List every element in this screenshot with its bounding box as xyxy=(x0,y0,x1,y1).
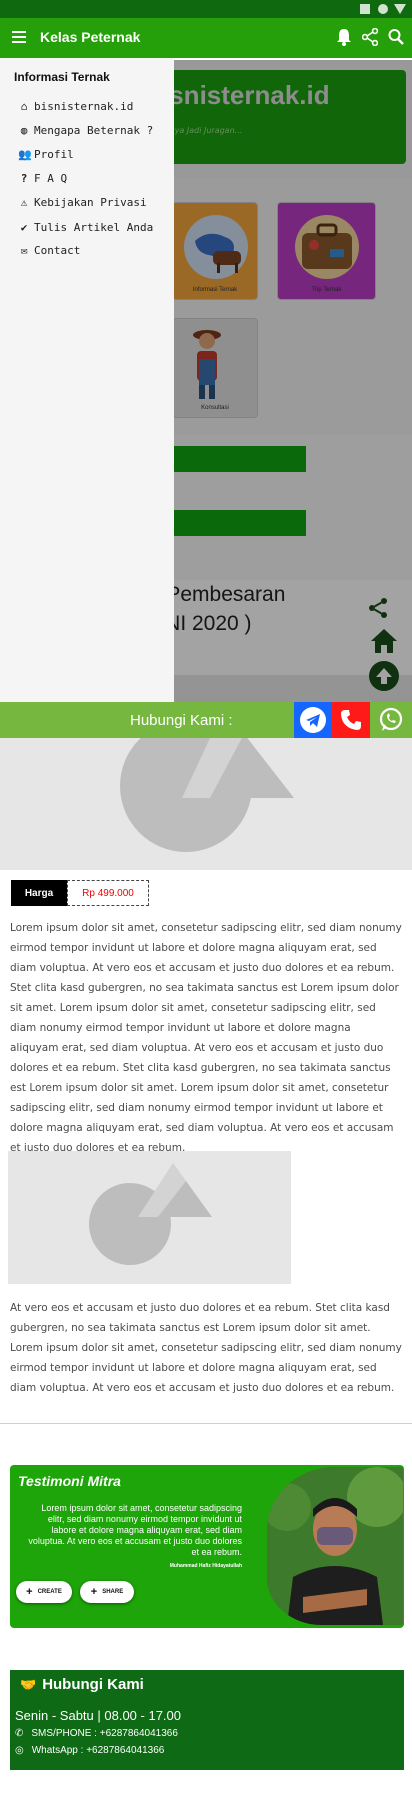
phone-icon xyxy=(341,710,361,730)
plus-icon: + xyxy=(26,1585,33,1598)
price-tag: Harga Rp 499.000 xyxy=(11,880,149,906)
product-image xyxy=(0,738,412,870)
telegram-icon xyxy=(300,707,326,733)
price-label: Harga xyxy=(11,880,67,906)
drawer-item-label: F A Q xyxy=(34,172,68,185)
drawer-item-label: Mengapa Beternak ? xyxy=(34,124,154,137)
handshake-icon: 🤝 xyxy=(20,1676,37,1692)
drawer-item-tulis-artikel[interactable]: ✔ Tulis Artikel Anda xyxy=(18,221,154,234)
drawer-item-label: Contact xyxy=(34,244,81,257)
app-bar: Kelas Peternak xyxy=(0,18,412,58)
drawer-item-label: bisnisternak.id xyxy=(34,100,134,113)
person-photo-illustration xyxy=(267,1467,403,1625)
share-button[interactable]: + SHARE xyxy=(80,1581,134,1603)
phone-button[interactable] xyxy=(332,702,370,738)
whatsapp-icon xyxy=(379,707,403,731)
question-icon: ? xyxy=(20,172,28,185)
image-placeholder-icon xyxy=(89,1163,212,1265)
drawer-item-label: Tulis Artikel Anda xyxy=(34,221,154,234)
create-label: CREATE xyxy=(37,1589,62,1595)
footer-sms-line[interactable]: ✆ SMS/PHONE : +6287864041366 xyxy=(15,1728,178,1739)
triangle-icon xyxy=(394,4,406,14)
drawer-item-mengapa-beternak[interactable]: ◍ Mengapa Beternak ? xyxy=(18,124,154,137)
testimoni-name: Muhammad Hafiz Hidayatullah xyxy=(169,1563,242,1569)
section-divider xyxy=(0,1423,412,1424)
drawer-item-profil[interactable]: 👥 Profil xyxy=(18,148,74,161)
footer-sms: SMS/PHONE : +6287864041366 xyxy=(31,1728,178,1739)
footer-title-text: Hubungi Kami xyxy=(42,1676,144,1693)
drawer-item-bisnisternak[interactable]: ⌂ bisnisternak.id xyxy=(18,100,134,113)
image-placeholder-icon xyxy=(120,738,294,852)
testimoni-title: Testimoni Mitra xyxy=(18,1473,121,1489)
drawer-item-label: Profil xyxy=(34,148,74,161)
description-paragraph-2: At vero eos et accusam et justo duo dolo… xyxy=(10,1302,402,1394)
navigation-drawer: Informasi Ternak ⌂ bisnisternak.id ◍ Men… xyxy=(0,58,174,702)
circle-icon xyxy=(378,4,388,14)
status-bar xyxy=(0,0,412,18)
drawer-item-contact[interactable]: ✉ Contact xyxy=(18,244,81,257)
contact-bar: Hubungi Kami : xyxy=(0,702,412,738)
drawer-item-kebijakan-privasi[interactable]: ⚠ Kebijakan Privasi xyxy=(18,196,147,209)
drawer-item-faq[interactable]: ? F A Q xyxy=(18,172,67,185)
description-paragraph-1: Lorem ipsum dolor sit amet, consetetur s… xyxy=(10,922,402,1154)
testimoni-card: Testimoni Mitra Lorem ipsum dolor sit am… xyxy=(10,1465,404,1628)
contact-label: Hubungi Kami : xyxy=(130,712,233,729)
telegram-button[interactable] xyxy=(294,702,332,738)
footer-whatsapp-line[interactable]: ◎ WhatsApp : +6287864041366 xyxy=(15,1745,164,1756)
double-check-icon: ✔ xyxy=(20,221,28,234)
content-image xyxy=(8,1151,291,1284)
users-icon: 👥 xyxy=(18,148,32,161)
whatsapp-icon: ◎ xyxy=(15,1745,24,1756)
globe-icon: ◍ xyxy=(20,124,28,137)
hamburger-menu-icon[interactable] xyxy=(12,31,26,43)
footer-hours: Senin - Sabtu | 08.00 - 17.00 xyxy=(15,1708,181,1723)
footer-whatsapp: WhatsApp : +6287864041366 xyxy=(31,1745,165,1756)
whatsapp-button[interactable] xyxy=(372,702,410,738)
footer-title: 🤝 Hubungi Kami xyxy=(20,1676,144,1693)
share-label: SHARE xyxy=(102,1589,124,1595)
search-icon[interactable] xyxy=(388,28,404,46)
plus-icon: + xyxy=(90,1585,98,1598)
bell-icon[interactable] xyxy=(336,28,352,46)
drawer-item-label: Kebijakan Privasi xyxy=(34,196,147,209)
create-button[interactable]: + CREATE xyxy=(16,1581,72,1603)
testimoni-text: Lorem ipsum dolor sit amet, consetetur s… xyxy=(28,1503,242,1557)
envelope-icon: ✉ xyxy=(20,244,28,257)
phone-icon: ✆ xyxy=(15,1728,24,1739)
app-title: Kelas Peternak xyxy=(40,29,141,45)
share-icon[interactable] xyxy=(361,27,379,47)
warning-icon: ⚠ xyxy=(20,196,28,209)
drawer-heading: Informasi Ternak xyxy=(14,70,110,84)
footer-contact: 🤝 Hubungi Kami Senin - Sabtu | 08.00 - 1… xyxy=(10,1670,404,1770)
testimoni-photo xyxy=(267,1467,403,1625)
square-icon xyxy=(360,4,370,14)
price-value: Rp 499.000 xyxy=(67,880,149,906)
home-icon: ⌂ xyxy=(20,100,28,113)
